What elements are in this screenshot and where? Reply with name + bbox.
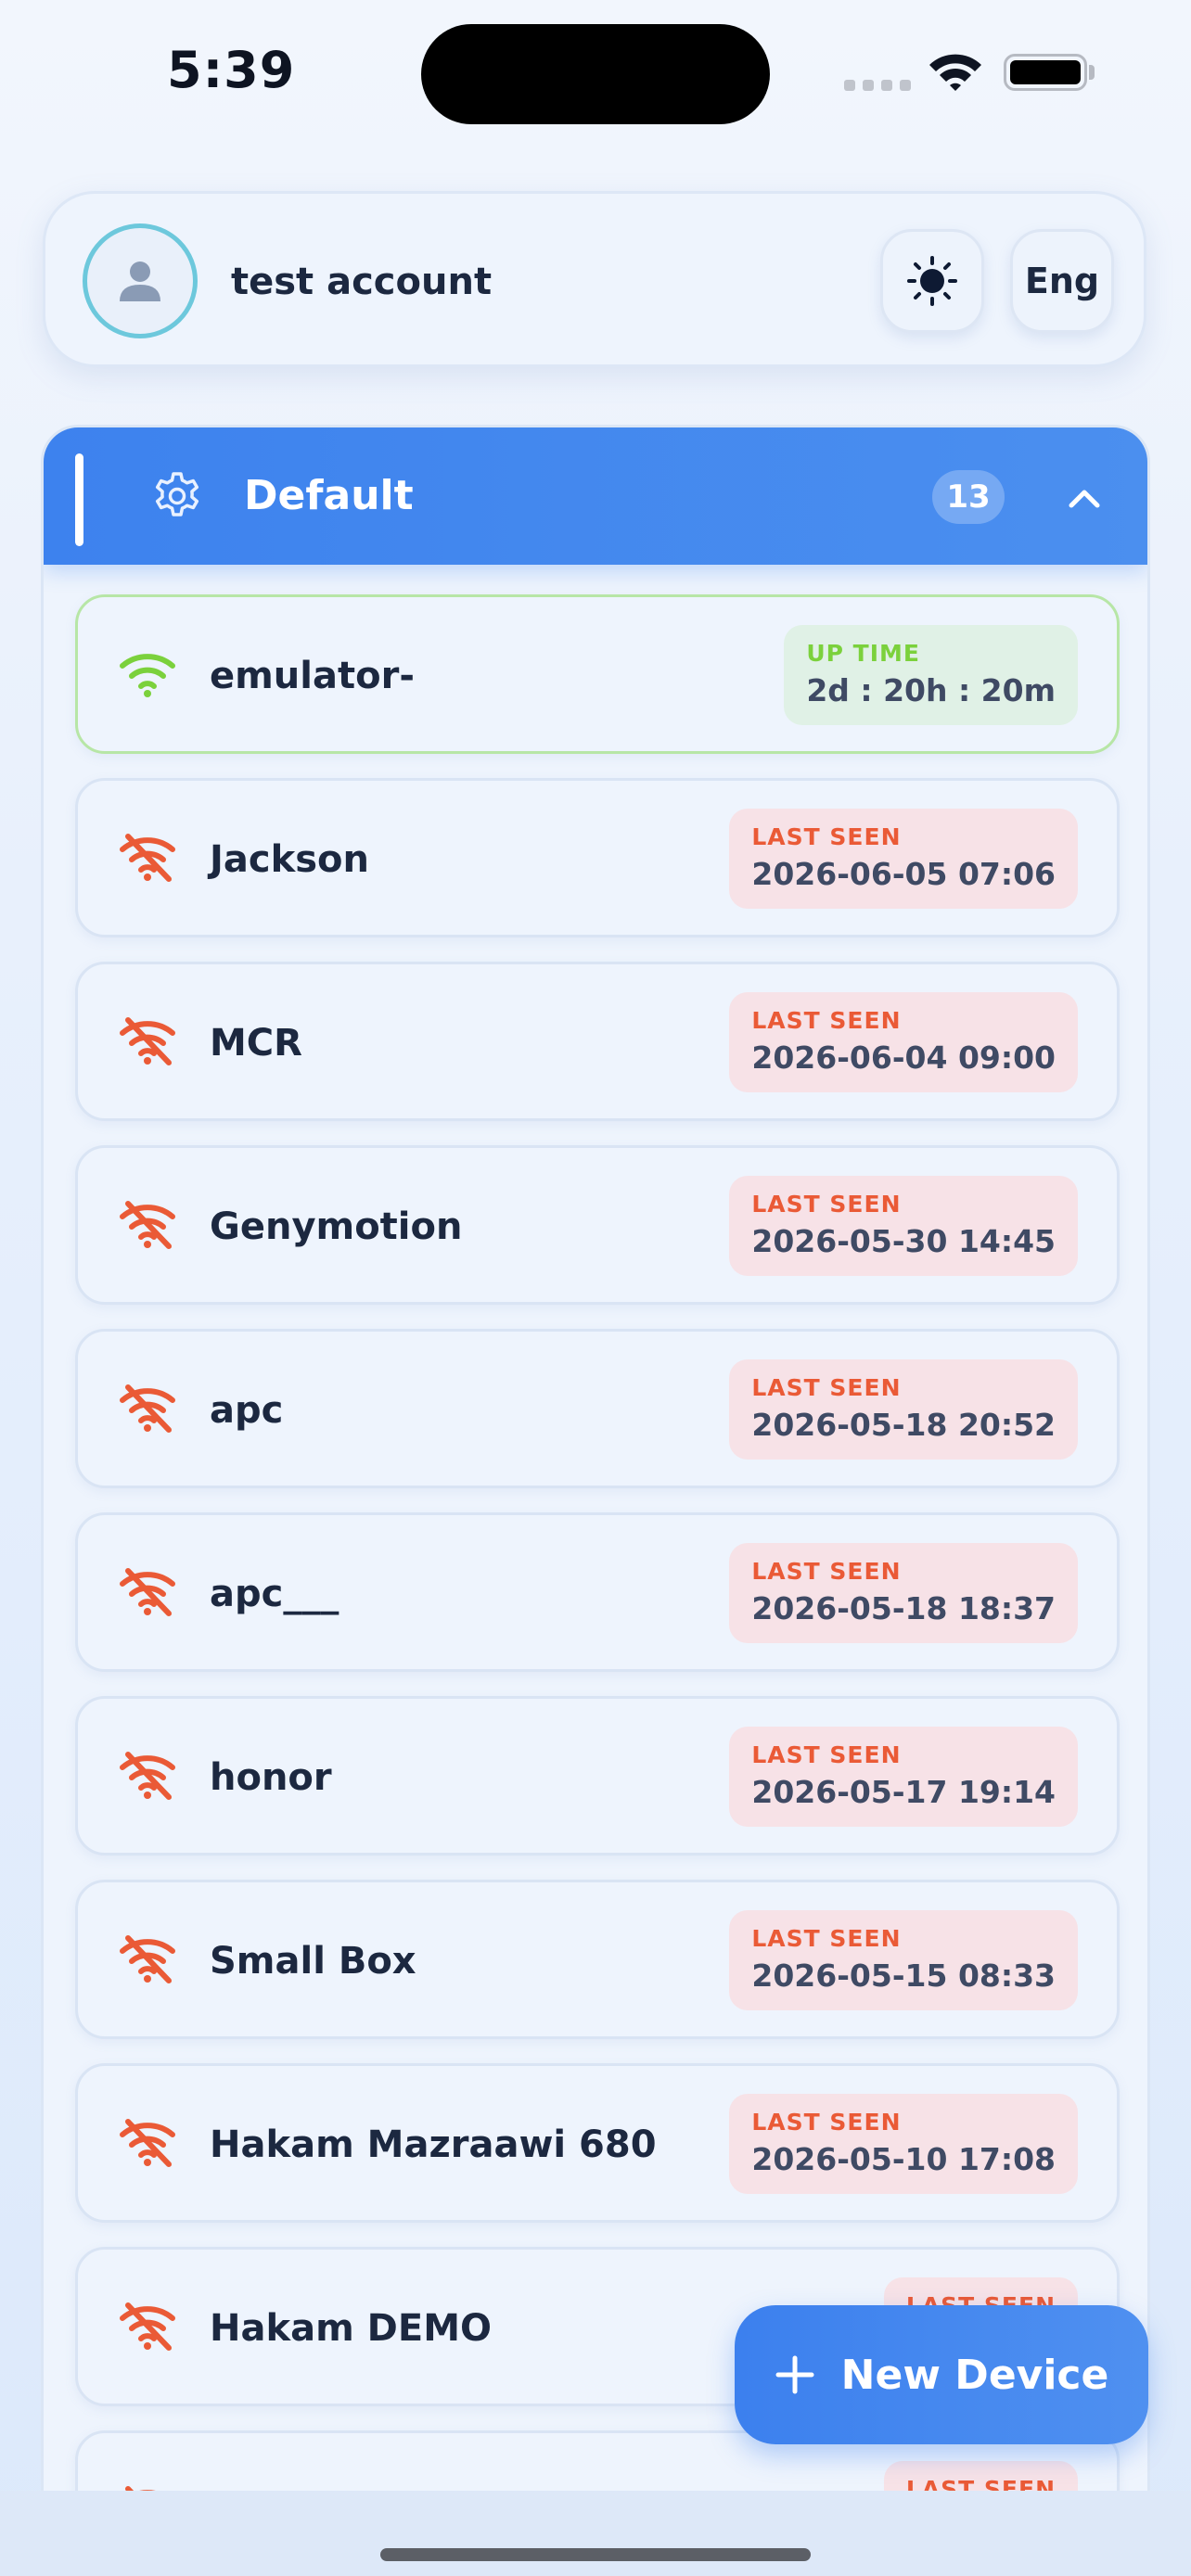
account-header: test account Eng [43,191,1146,367]
last-seen-badge: LAST SEEN 2026-05-10 17:08 [729,2094,1078,2194]
wifi-off-icon [120,2302,175,2351]
status-time: 5:39 [167,41,296,99]
device-name: Hakam Mazraawi 680 [210,2123,657,2166]
new-device-button[interactable]: New Device [735,2305,1148,2444]
wifi-status-icon [929,54,981,91]
device-name: Genymotion [210,1205,463,1248]
wifi-off-icon [120,1384,175,1433]
home-indicator[interactable] [380,2548,811,2561]
badge-label: LAST SEEN [751,1558,902,1585]
device-card[interactable]: emulator- UP TIME 2d : 20h : 20m [75,594,1120,754]
device-card[interactable]: Genymotion LAST SEEN 2026-05-30 14:45 [75,1145,1120,1305]
plus-icon [775,2355,814,2394]
group-title: Default [244,472,414,519]
account-name: test account [231,261,493,303]
badge-value: 2026-05-18 20:52 [751,1407,1056,1443]
badge-label: LAST SEEN [751,1741,902,1768]
wifi-off-icon [120,1752,175,1800]
device-card[interactable]: apc___ LAST SEEN 2026-05-18 18:37 [75,1512,1120,1672]
gear-icon [155,472,199,516]
wifi-off-icon [120,1017,175,1065]
theme-toggle-button[interactable] [880,229,984,333]
avatar[interactable] [83,223,198,338]
badge-label: LAST SEEN [751,823,902,850]
device-group-panel: Default 13 emulator- UP TIME 2d : 20h : 20… [41,425,1150,2493]
wifi-off-icon [120,1201,175,1249]
badge-label: LAST SEEN [751,1007,902,1034]
user-icon [120,261,160,301]
badge-label: LAST SEEN [751,1191,902,1218]
device-card[interactable]: Small Box LAST SEEN 2026-05-15 08:33 [75,1880,1120,2039]
wifi-off-icon [120,1568,175,1616]
badge-label: LAST SEEN [751,2109,902,2136]
last-seen-badge: LAST SEEN 2026-06-04 09:00 [729,992,1078,1092]
device-card[interactable]: Jackson LAST SEEN 2026-06-05 07:06 [75,778,1120,937]
device-name: Small Box [210,1940,416,1983]
device-name: Jackson [210,838,369,881]
group-header[interactable]: Default 13 [44,427,1147,565]
device-name: MCR [210,1022,302,1065]
badge-label: UP TIME [806,640,920,667]
last-seen-badge: LAST SEEN 2026-05-18 20:52 [729,1359,1078,1460]
wifi-off-icon [120,834,175,882]
last-seen-badge: LAST SEEN 2026-05-18 18:37 [729,1543,1078,1643]
device-name: apc___ [210,1573,339,1615]
last-seen-badge: LAST SEEN 2026-06-05 07:06 [729,809,1078,909]
badge-value: 2026-05-18 18:37 [751,1590,1056,1626]
battery-icon [1004,54,1087,91]
language-button[interactable]: Eng [1010,229,1114,333]
last-seen-badge: LAST SEEN [883,2461,1078,2493]
badge-value: 2026-05-17 19:14 [751,1774,1056,1810]
dynamic-island [421,24,770,124]
badge-value: 2d : 20h : 20m [806,672,1056,708]
device-card[interactable]: Hakam Mazraawi 680 LAST SEEN 2026-05-10 17… [75,2063,1120,2223]
device-name: Hakam DEMO [210,2307,493,2350]
badge-value: 2026-05-15 08:33 [751,1958,1056,1994]
cellular-signal-icon [844,80,911,91]
badge-label: LAST SEEN [751,1925,902,1952]
chevron-up-icon[interactable] [1066,479,1103,516]
badge-value: 2026-05-30 14:45 [751,1223,1056,1259]
last-seen-badge: LAST SEEN 2026-05-17 19:14 [729,1727,1078,1827]
wifi-off-icon [120,1935,175,1983]
wifi-online-icon [120,654,175,697]
device-name: honor [210,1756,332,1799]
device-name: emulator- [210,655,415,697]
uptime-badge: UP TIME 2d : 20h : 20m [784,625,1078,725]
badge-label: LAST SEEN [751,1374,902,1401]
device-list: emulator- UP TIME 2d : 20h : 20m Jackson LAS… [75,594,1120,2493]
device-name: apc [210,1389,284,1432]
wifi-off-icon [120,2119,175,2167]
device-card[interactable]: honor LAST SEEN 2026-05-17 19:14 [75,1696,1120,1855]
badge-value: 2026-05-10 17:08 [751,2141,1056,2177]
device-card[interactable]: MCR LAST SEEN 2026-06-04 09:00 [75,962,1120,1121]
bottom-safe-area [0,2491,1191,2576]
badge-value: 2026-06-05 07:06 [751,856,1056,892]
device-count-badge: 13 [932,470,1005,524]
last-seen-badge: LAST SEEN 2026-05-30 14:45 [729,1176,1078,1276]
status-bar: 5:39 [0,0,1191,139]
group-accent-bar [75,453,83,546]
last-seen-badge: LAST SEEN 2026-05-15 08:33 [729,1910,1078,2010]
new-device-label: New Device [840,2351,1109,2399]
badge-value: 2026-06-04 09:00 [751,1039,1056,1076]
device-card[interactable]: apc LAST SEEN 2026-05-18 20:52 [75,1329,1120,1488]
sun-icon [907,256,957,306]
